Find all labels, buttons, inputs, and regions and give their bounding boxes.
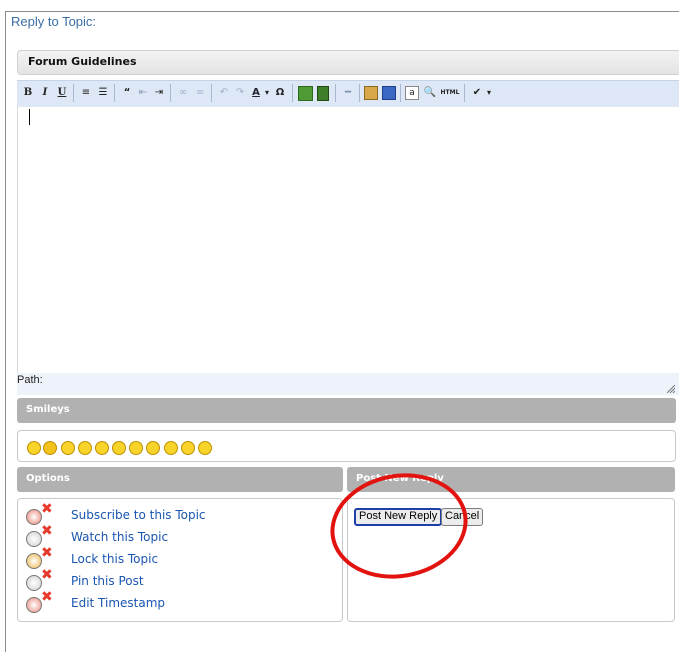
link-icon[interactable]: ∞ (175, 85, 191, 101)
watch-icon (26, 531, 42, 547)
disabled-x-icon: ✖ (41, 589, 53, 605)
bold-button[interactable]: B (20, 85, 36, 101)
smileys-title: Smileys (26, 404, 70, 415)
option-label[interactable]: Lock this Topic (71, 552, 158, 566)
options-title: Options (26, 473, 70, 484)
text-caret (29, 109, 30, 125)
smiley-smile-icon[interactable] (146, 441, 160, 455)
smiley-surprised-icon[interactable] (112, 441, 126, 455)
smiley-tongue-icon[interactable] (198, 441, 212, 455)
smiley-cry-icon[interactable] (61, 441, 75, 455)
disabled-x-icon: ✖ (41, 567, 53, 583)
find-icon[interactable]: 🔍 (422, 85, 438, 101)
ordered-list-icon[interactable]: ☰ (95, 85, 111, 101)
option-label[interactable]: Watch this Topic (71, 530, 168, 544)
insert-media-icon[interactable] (317, 86, 329, 101)
toolbar-separator (114, 84, 115, 102)
editor-path-bar: Path: (17, 373, 679, 395)
special-character-icon[interactable]: Ω (272, 85, 288, 101)
option-label[interactable]: Subscribe to this Topic (71, 508, 206, 522)
html-source-icon[interactable]: HTML (439, 85, 461, 101)
disabled-x-icon: ✖ (41, 523, 53, 539)
forum-guidelines-bar[interactable]: Forum Guidelines (17, 50, 679, 75)
smiley-grin-icon[interactable] (129, 441, 143, 455)
option-label[interactable]: Pin this Post (71, 574, 144, 588)
resize-grip-icon[interactable] (667, 385, 675, 393)
horizontal-rule-icon[interactable]: ━ (340, 85, 356, 101)
undo-icon[interactable]: ↶ (216, 85, 232, 101)
insert-image-icon[interactable] (298, 86, 313, 101)
toolbar-separator (170, 84, 171, 102)
smiley-shock-icon[interactable] (164, 441, 178, 455)
font-color-icon[interactable]: A (248, 85, 264, 101)
toolbar-separator (359, 84, 360, 102)
spell-check-icon[interactable]: ✔ (469, 85, 485, 101)
toolbar-separator (335, 84, 336, 102)
toolbar-separator (464, 84, 465, 102)
toolbar-separator (211, 84, 212, 102)
select-all-icon[interactable]: a (405, 86, 419, 100)
subscribe-icon (26, 509, 42, 525)
fieldset-legend: Reply to Topic: (10, 14, 98, 29)
smiley-sad-icon[interactable] (95, 441, 109, 455)
toolbar-separator (73, 84, 74, 102)
toolbar-separator (292, 84, 293, 102)
redo-icon[interactable]: ↷ (232, 85, 248, 101)
unordered-list-icon[interactable]: ≡ (78, 85, 94, 101)
disabled-x-icon: ✖ (41, 545, 53, 561)
pin-icon (26, 575, 42, 591)
forum-guidelines-label: Forum Guidelines (28, 55, 137, 68)
underline-button[interactable]: U (54, 85, 70, 101)
smiley-cool-icon[interactable] (43, 441, 57, 455)
smileys-header: Smileys (17, 398, 676, 423)
toolbar-separator (400, 84, 401, 102)
lock-icon (26, 553, 42, 569)
smiley-wink-icon[interactable] (181, 441, 195, 455)
disabled-x-icon: ✖ (41, 501, 53, 517)
smiley-embarrassed-icon[interactable] (78, 441, 92, 455)
blockquote-icon[interactable]: “ (119, 85, 135, 101)
paste-text-icon[interactable] (364, 86, 378, 100)
paste-word-icon[interactable] (382, 86, 396, 100)
smiley-confused-icon[interactable] (27, 441, 41, 455)
outdent-icon[interactable]: ⇤ (135, 85, 151, 101)
option-label[interactable]: Edit Timestamp (71, 596, 165, 610)
chevron-down-icon[interactable]: ▾ (485, 85, 493, 101)
path-label: Path: (17, 374, 43, 386)
unlink-icon[interactable]: ∞ (192, 85, 208, 101)
message-editor[interactable] (17, 107, 679, 373)
italic-button[interactable]: I (37, 85, 53, 101)
timestamp-icon (26, 597, 42, 613)
options-header: Options (17, 467, 343, 492)
editor-toolbar: B I U ≡ ☰ “ ⇤ ⇥ ∞ ∞ ↶ ↷ A ▾ Ω ━ a 🔍 HTML… (17, 80, 679, 108)
indent-icon[interactable]: ⇥ (151, 85, 167, 101)
chevron-down-icon[interactable]: ▾ (263, 85, 271, 101)
